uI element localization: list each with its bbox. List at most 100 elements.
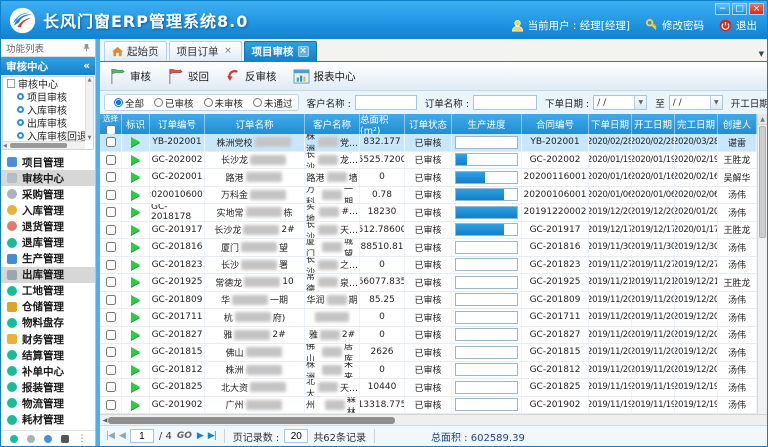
row-checkbox[interactable] — [106, 242, 116, 252]
sidebar-group-header[interactable]: 审核中心 « — [1, 57, 95, 75]
row-checkbox[interactable] — [106, 155, 116, 165]
scroll-down-icon[interactable]: ▼ — [88, 135, 92, 141]
table-row[interactable]: YB-202001株洲党校株洲党…832.177已审核YB-2020012020… — [100, 134, 757, 152]
first-page-button[interactable]: |◀ — [106, 431, 114, 441]
tree-vertical-scrollbar[interactable]: ▲ ▼ — [85, 77, 93, 141]
column-header-11[interactable]: 完工日期 — [675, 114, 718, 134]
overflow-icon[interactable]: ⋮ — [78, 434, 87, 444]
row-checkbox[interactable] — [106, 260, 116, 270]
sidebar-item-10[interactable]: 物料盘存 — [1, 315, 95, 331]
close-button[interactable]: × — [749, 3, 764, 15]
order-name-input[interactable] — [473, 95, 537, 110]
radio-input[interactable] — [114, 98, 123, 107]
table-row[interactable]: 20200106001万科金万科一期0.78已审核202001060012020… — [100, 187, 757, 205]
table-row[interactable]: GC-2018178实地常栋实地#…18230已审核20191220002201… — [100, 204, 757, 222]
table-row[interactable]: GC-201825北大资北大天…10440已审核GC-2018252019/11… — [100, 379, 757, 397]
last-page-button[interactable]: ▶| — [208, 431, 216, 441]
change-password-button[interactable]: 修改密码 — [645, 18, 704, 33]
maximize-button[interactable]: □ — [732, 3, 747, 15]
select-all-checkbox[interactable] — [106, 125, 116, 134]
scroll-left-icon[interactable]: ◀ — [3, 143, 7, 149]
radio-input[interactable] — [253, 98, 262, 107]
table-row[interactable]: GC-201816厦门望厦门城望188510.818已审核GC-20181620… — [100, 239, 757, 257]
sidebar-item-15[interactable]: 物流管理 — [1, 395, 95, 411]
pen-mini-icon[interactable] — [44, 435, 52, 443]
radio-input[interactable] — [204, 98, 213, 107]
column-header-5[interactable]: 总面积(m²) — [360, 114, 405, 134]
row-checkbox[interactable] — [106, 312, 116, 322]
tab-overflow-icon[interactable]: ▼ — [759, 50, 764, 58]
go-button[interactable]: GO — [177, 431, 192, 441]
sidebar-item-8[interactable]: 工地管理 — [1, 283, 95, 299]
prev-page-button[interactable]: ◀ — [119, 431, 125, 441]
tab-1[interactable]: 项目订单× — [169, 41, 242, 61]
cart-mini-icon[interactable] — [27, 435, 35, 443]
collapse-icon[interactable]: « — [83, 60, 90, 72]
row-checkbox[interactable] — [106, 225, 116, 235]
column-header-3[interactable]: 订单名称 — [205, 114, 305, 134]
sidebar-item-14[interactable]: 报装管理 — [1, 379, 95, 395]
reject-button[interactable]: 驳回 — [164, 66, 216, 87]
order-date-end-picker[interactable]: / / ▼ — [669, 95, 723, 110]
sidebar-item-9[interactable]: 仓储管理 — [1, 299, 95, 315]
column-header-1[interactable]: 标识 — [122, 114, 150, 134]
page-size-input[interactable] — [284, 429, 308, 443]
table-row[interactable]: GC-201711杭府)0已审核GC-2017112019/11/202019/… — [100, 309, 757, 327]
module-dot-icon[interactable] — [10, 435, 18, 443]
scroll-up-icon[interactable]: ▲ — [758, 114, 767, 125]
sidebar-item-6[interactable]: 生产管理 — [1, 251, 95, 267]
table-row[interactable]: GC-201812株洲株洲未来0已审核GC-2018122019/11/2020… — [100, 362, 757, 380]
sidebar-item-7[interactable]: 出库管理 — [1, 267, 95, 283]
row-checkbox[interactable] — [106, 330, 116, 340]
table-row[interactable]: GC-201809华一期华润期85.25已审核GC-2018092019/11/… — [100, 292, 757, 310]
logout-button[interactable]: 退出 — [719, 18, 757, 33]
report-center-button[interactable]: 报表中心 — [290, 67, 363, 86]
scroll-thumb[interactable] — [10, 143, 67, 148]
row-checkbox[interactable] — [106, 365, 116, 375]
row-checkbox[interactable] — [106, 207, 116, 217]
sidebar-item-13[interactable]: 补单中心 — [1, 363, 95, 379]
tab-home[interactable]: 起始页 — [104, 41, 167, 61]
row-checkbox[interactable] — [106, 277, 116, 287]
tab-close-icon[interactable]: × — [223, 46, 234, 57]
person-mini-icon[interactable] — [61, 435, 69, 443]
status-radio-0[interactable]: 全部 — [114, 96, 144, 110]
status-radio-1[interactable]: 已审核 — [154, 96, 194, 110]
tree-horizontal-scrollbar[interactable]: ◀ — [3, 141, 85, 149]
table-row[interactable]: GC-201917长沙龙2#长沙天…8512.78600..已审核GC-2019… — [100, 222, 757, 240]
tab-close-icon[interactable]: × — [298, 46, 309, 57]
scroll-up-icon[interactable]: ▲ — [88, 77, 92, 83]
status-radio-3[interactable]: 未通过 — [253, 96, 293, 110]
status-radio-2[interactable]: 未审核 — [204, 96, 244, 110]
scroll-thumb[interactable] — [108, 417, 395, 424]
unaudit-button[interactable]: 反审核 — [222, 66, 284, 86]
column-header-0[interactable]: 选择 — [100, 114, 122, 134]
sidebar-item-5[interactable]: 退库管理 — [1, 234, 95, 250]
row-checkbox[interactable] — [106, 347, 116, 357]
radio-input[interactable] — [154, 98, 163, 107]
scroll-thumb[interactable] — [759, 126, 766, 238]
row-checkbox[interactable] — [106, 137, 116, 147]
sidebar-item-4[interactable]: 退货管理 — [1, 218, 95, 234]
table-row[interactable]: GC-202001路港路港墙0已审核202001160012020/01/162… — [100, 169, 757, 187]
sidebar-item-3[interactable]: 入库管理 — [1, 202, 95, 218]
column-header-8[interactable]: 合同编号 — [522, 114, 589, 134]
sidebar-item-11[interactable]: 财务管理 — [1, 331, 95, 347]
audit-button[interactable]: 审核 — [106, 66, 158, 87]
next-page-button[interactable]: ▶ — [197, 431, 203, 441]
table-row[interactable]: GC-201815佛山佛山居库2626已审核GC-2018152019/11/2… — [100, 344, 757, 362]
column-header-6[interactable]: 订单状态 — [405, 114, 452, 134]
sidebar-item-1[interactable]: 审核中心 — [1, 170, 95, 186]
sidebar-item-16[interactable]: 耗材管理 — [1, 412, 95, 428]
tab-2[interactable]: 项目审核× — [244, 41, 317, 61]
column-header-10[interactable]: 开工日期 — [632, 114, 675, 134]
table-row[interactable]: GC-201925常德龙10常德泉…266077.835..已审核GC-2019… — [100, 274, 757, 292]
column-header-4[interactable]: 客户名称 — [305, 114, 360, 134]
column-header-12[interactable]: 创建人 — [718, 114, 757, 134]
minimize-button[interactable]: − — [715, 3, 730, 15]
dropdown-icon[interactable]: ▼ — [634, 96, 646, 109]
column-header-7[interactable]: 生产进度 — [452, 114, 522, 134]
column-header-9[interactable]: 下单日期 — [589, 114, 632, 134]
row-checkbox[interactable] — [106, 382, 116, 392]
row-checkbox[interactable] — [106, 400, 116, 410]
